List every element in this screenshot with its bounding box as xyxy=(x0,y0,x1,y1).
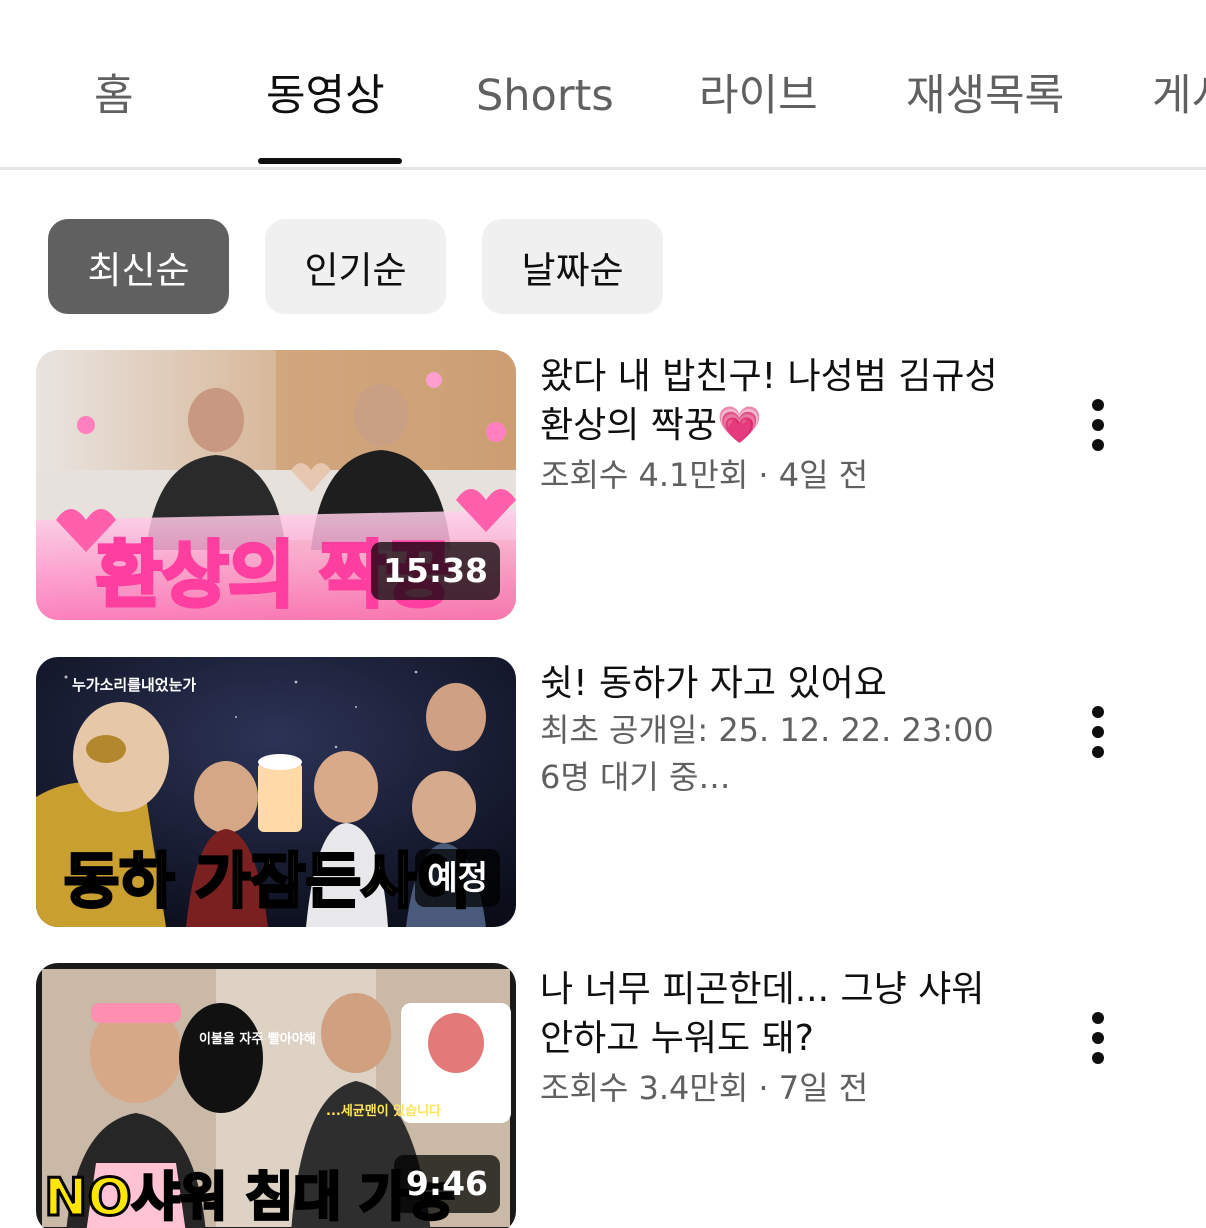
channel-videos-page: 홈 동영상 Shorts 라이브 재생목록 게시 최신순 인기순 날짜순 xyxy=(0,0,1206,1228)
video-item[interactable]: 이불을 자주 빨아야해 ...세균맨이 있습니다 NO샤워 침대 가능 9:46… xyxy=(0,963,1206,1228)
duration-badge: 9:46 xyxy=(393,1155,500,1213)
more-vert-icon[interactable] xyxy=(1072,697,1124,767)
tab-videos[interactable]: 동영상 xyxy=(266,68,385,124)
thumbnail-caption: 누가소리를내었는가 xyxy=(72,676,196,694)
upcoming-badge: 예정 xyxy=(415,849,500,907)
video-item[interactable]: 누가소리를내었는가 동하 가잠든사이 예정 쉿! 동하가 자고 있어요 최초 공… xyxy=(0,657,1206,933)
video-title[interactable]: 쉿! 동하가 자고 있어요 xyxy=(540,659,1020,708)
video-title[interactable]: 왔다 내 밥친구! 나성범 김규성 환상의 짝꿍💗 xyxy=(540,352,1020,450)
sort-chip-date[interactable]: 날짜순 xyxy=(482,219,663,314)
sort-chip-latest[interactable]: 최신순 xyxy=(48,219,229,314)
tab-posts[interactable]: 게시 xyxy=(1152,68,1206,124)
waiting-count-text: 6명 대기 중 xyxy=(540,758,699,796)
video-item[interactable]: 환상의 짝꿍 15:38 왔다 내 밥친구! 나성범 김규성 환상의 짝꿍💗 조… xyxy=(0,350,1206,626)
video-thumbnail[interactable]: 누가소리를내었는가 동하 가잠든사이 예정 xyxy=(36,657,516,927)
tab-live[interactable]: 라이브 xyxy=(699,68,818,124)
video-thumbnail[interactable]: 환상의 짝꿍 15:38 xyxy=(36,350,516,620)
active-tab-indicator xyxy=(258,158,402,164)
premiere-date: 최초 공개일: 25. 12. 22. 23:00 xyxy=(540,711,994,749)
tab-playlists[interactable]: 재생목록 xyxy=(906,68,1064,124)
more-vert-icon[interactable] xyxy=(1072,1003,1124,1073)
video-meta: 조회수 4.1만회 · 4일 전 xyxy=(540,456,869,494)
channel-tab-bar: 홈 동영상 Shorts 라이브 재생목록 게시 xyxy=(0,0,1206,170)
waiting-count: 6명 대기 중… xyxy=(540,758,731,796)
tab-shorts[interactable]: Shorts xyxy=(476,68,614,124)
thumbnail-overlay-text: 동하 가잠든사이 xyxy=(64,847,471,917)
thumbnail-bubble: 이불을 자주 빨아야해 xyxy=(199,1031,316,1047)
thumbnail-caption: ...세균맨이 있습니다 xyxy=(326,1103,441,1119)
video-thumbnail[interactable]: 이불을 자주 빨아야해 ...세균맨이 있습니다 NO샤워 침대 가능 9:46 xyxy=(36,963,516,1228)
sort-chip-popular[interactable]: 인기순 xyxy=(265,219,446,314)
tab-home[interactable]: 홈 xyxy=(94,68,134,124)
video-meta: 조회수 3.4만회 · 7일 전 xyxy=(540,1069,869,1107)
more-vert-icon[interactable] xyxy=(1072,390,1124,460)
video-title[interactable]: 나 너무 피곤한데... 그냥 샤워 안하고 누워도 돼? xyxy=(540,965,1020,1063)
duration-badge: 15:38 xyxy=(370,542,500,600)
